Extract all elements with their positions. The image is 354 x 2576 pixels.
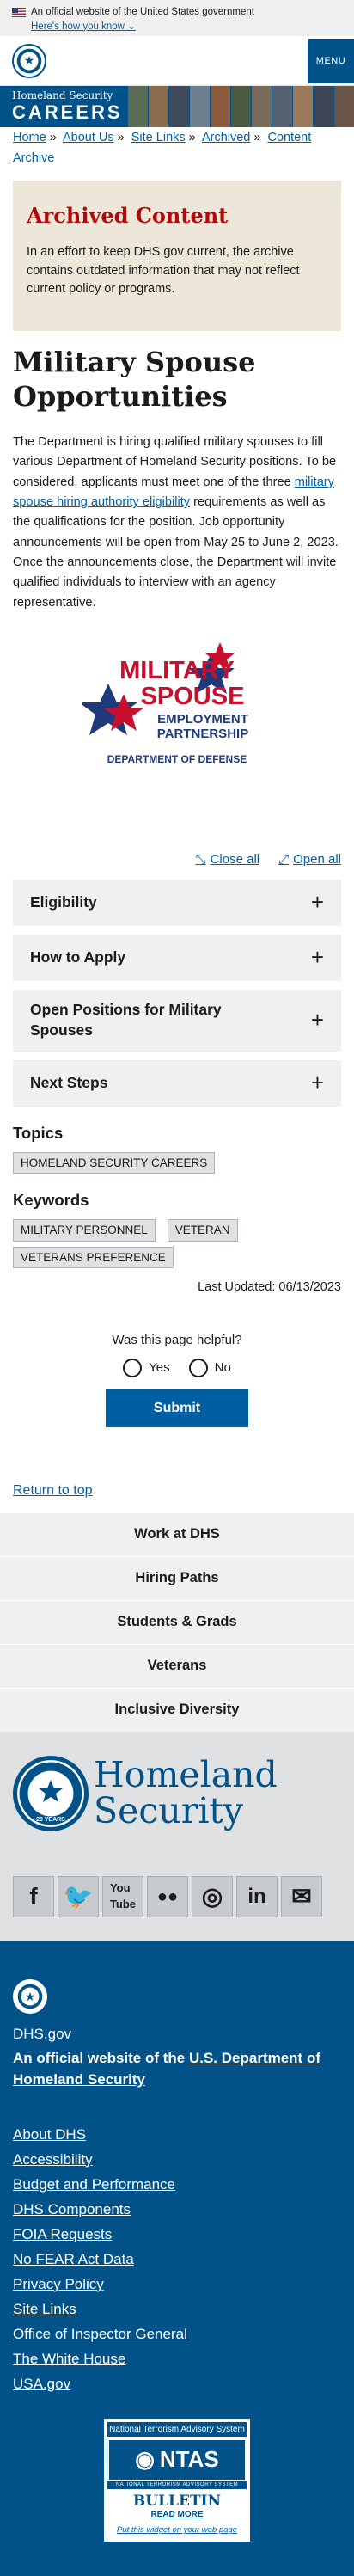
homeland-security-wordmark[interactable]: Homeland Security: [94, 1757, 278, 1830]
dhs-20-years-seal-icon[interactable]: 20 YEARS: [13, 1756, 88, 1832]
careers-title: CAREERS: [12, 101, 123, 123]
gov-banner: An official website of the United States…: [0, 0, 354, 36]
logo-partnership: PARTNERSHIP: [157, 727, 248, 741]
footer-link-oig[interactable]: Office of Inspector General: [13, 2321, 341, 2346]
no-radio[interactable]: No: [188, 1358, 231, 1377]
submit-button[interactable]: Submit: [106, 1389, 248, 1427]
accordion: Eligibility + How to Apply + Open Position…: [13, 879, 341, 1107]
accordion-eligibility[interactable]: Eligibility +: [13, 879, 341, 926]
footer-nav-inclusive-diversity[interactable]: Inclusive Diversity: [0, 1688, 354, 1732]
footer-logo-band: 20 YEARS Homeland Security: [0, 1732, 354, 1851]
footer-nav-veterans[interactable]: Veterans: [0, 1644, 354, 1688]
plus-icon: +: [310, 1070, 324, 1095]
expand-icon: ⤢: [278, 852, 290, 868]
breadcrumb-home[interactable]: Home: [13, 131, 46, 144]
footer-link-no-fear[interactable]: No FEAR Act Data: [13, 2247, 341, 2272]
breadcrumb-site-links[interactable]: Site Links: [131, 131, 186, 144]
logo-dod: DEPARTMENT OF DEFENSE: [107, 753, 247, 765]
archive-notice: Archived Content In an effort to keep DH…: [13, 181, 341, 331]
archive-title: Archived Content: [27, 203, 229, 228]
email-icon[interactable]: ✉: [281, 1876, 322, 1918]
footer-nav: Work at DHS Hiring Paths Students & Grad…: [0, 1512, 354, 1733]
return-to-top-link[interactable]: Return to top: [13, 1483, 93, 1498]
footer-links: About DHS Accessibility Budget and Perfo…: [13, 2122, 341, 2396]
flickr-icon[interactable]: ●●: [147, 1876, 188, 1918]
social-links: f 🐦 You Tube ●● ◎ in ✉: [0, 1850, 354, 1942]
page-title: Military Spouse Opportunities: [13, 346, 256, 413]
footer-nav-work-at-dhs[interactable]: Work at DHS: [0, 1512, 354, 1556]
breadcrumb-archived[interactable]: Archived: [202, 131, 250, 144]
linkedin-icon[interactable]: in: [236, 1876, 278, 1918]
return-to-top-wrap: Return to top: [13, 1481, 341, 1500]
plus-icon: +: [310, 1007, 324, 1033]
footer-link-components[interactable]: DHS Components: [13, 2197, 341, 2222]
accordion-next-steps[interactable]: Next Steps +: [13, 1059, 341, 1107]
footer-link-white-house[interactable]: The White House: [13, 2346, 341, 2371]
ntas-read-more[interactable]: READ MORE: [107, 2509, 247, 2522]
accordion-controls: ⤡ Close all ⤢ Open all: [13, 850, 341, 869]
feedback-question: Was this page helpful?: [112, 1333, 242, 1348]
logo-military: MILITARY: [119, 657, 235, 684]
footer-official-text: An official website of the U.S. Departme…: [13, 2049, 320, 2088]
yes-radio[interactable]: Yes: [123, 1358, 170, 1377]
plus-icon: +: [310, 889, 324, 915]
site-header: ★ MENU: [0, 36, 354, 86]
careers-photo-strip: [127, 86, 354, 127]
ntas-seal-icon: ◉: [135, 2446, 155, 2473]
breadcrumb: Home» About Us» Site Links» Archived» Co…: [13, 131, 312, 165]
open-all-link[interactable]: ⤢ Open all: [278, 850, 341, 869]
footer-dhs-gov: DHS.gov: [13, 2026, 72, 2043]
footer-nav-hiring-paths[interactable]: Hiring Paths: [0, 1556, 354, 1600]
keywords-tags: MILITARY PERSONNEL VETERAN VETERANS PREF…: [13, 1219, 341, 1269]
menu-button[interactable]: MENU: [308, 38, 354, 83]
facebook-icon[interactable]: f: [13, 1876, 54, 1918]
logo-spouse: SPOUSE: [141, 683, 245, 710]
ntas-widget-link[interactable]: Put this widget on your web page: [107, 2524, 247, 2536]
last-updated: Last Updated: 06/13/2023: [198, 1280, 341, 1295]
footer-link-foia[interactable]: FOIA Requests: [13, 2222, 341, 2247]
footer-link-usa-gov[interactable]: USA.gov: [13, 2371, 341, 2396]
footer-link-about-dhs[interactable]: About DHS: [13, 2122, 341, 2147]
close-all-link[interactable]: ⤡ Close all: [196, 850, 260, 869]
topics-heading: Topics: [13, 1123, 64, 1142]
archive-text: In an effort to keep DHS.gov current, th…: [27, 244, 300, 297]
logo-employment: EMPLOYMENT: [157, 712, 248, 727]
careers-banner[interactable]: Homeland Security CAREERS: [0, 86, 354, 127]
tag-veterans-preference[interactable]: VETERANS PREFERENCE: [13, 1246, 174, 1269]
footer-link-privacy[interactable]: Privacy Policy: [13, 2272, 341, 2297]
twitter-icon[interactable]: 🐦: [58, 1876, 99, 1918]
msep-logo: MILITARY SPOUSE EMPLOYMENT PARTNERSHIP D…: [79, 634, 272, 780]
dhs-seal-icon[interactable]: ★: [12, 43, 46, 78]
heres-how-you-know-link[interactable]: Here's how you know ⌄: [31, 20, 344, 34]
tag-homeland-security-careers[interactable]: HOMELAND SECURITY CAREERS: [13, 1151, 216, 1175]
footer-nav-students-grads[interactable]: Students & Grads: [0, 1600, 354, 1644]
footer-link-budget[interactable]: Budget and Performance: [13, 2172, 341, 2197]
ntas-widget[interactable]: National Terrorism Advisory System ◉ NTAS…: [104, 2418, 250, 2542]
seal-years-text: 20 YEARS: [36, 1817, 65, 1823]
tag-veteran[interactable]: VETERAN: [167, 1219, 238, 1242]
accordion-open-positions[interactable]: Open Positions for Military Spouses +: [13, 989, 341, 1052]
topics-tags: HOMELAND SECURITY CAREERS: [13, 1151, 341, 1175]
footer-link-accessibility[interactable]: Accessibility: [13, 2147, 341, 2172]
accordion-how-to-apply[interactable]: How to Apply +: [13, 934, 341, 981]
blue-footer: ★ DHS.gov An official website of the U.S…: [0, 1941, 354, 2576]
careers-subtitle: Homeland Security: [12, 89, 113, 102]
lead-paragraph: The Department is hiring qualified milit…: [13, 435, 339, 610]
footer-seal-icon[interactable]: ★: [13, 1979, 47, 2015]
plus-icon: +: [310, 944, 324, 970]
gov-banner-text: An official website of the United States…: [31, 7, 254, 17]
collapse-icon: ⤡: [195, 852, 206, 868]
tag-military-personnel[interactable]: MILITARY PERSONNEL: [13, 1219, 156, 1242]
breadcrumb-about-us[interactable]: About Us: [63, 131, 114, 144]
us-flag-icon: [12, 7, 26, 17]
ntas-bulletin: BULLETIN: [132, 2492, 222, 2510]
feedback-options: Yes No: [0, 1358, 354, 1377]
keywords-heading: Keywords: [13, 1191, 89, 1210]
instagram-icon[interactable]: ◎: [192, 1876, 233, 1918]
ntas-logo: ◉ NTAS: [107, 2438, 247, 2482]
footer-link-site-links[interactable]: Site Links: [13, 2297, 341, 2321]
ntas-subtitle: NATIONAL TERRORISM ADVISORY SYSTEM: [107, 2481, 247, 2489]
ntas-header: National Terrorism Advisory System: [107, 2421, 247, 2438]
youtube-icon[interactable]: You Tube: [102, 1876, 143, 1918]
